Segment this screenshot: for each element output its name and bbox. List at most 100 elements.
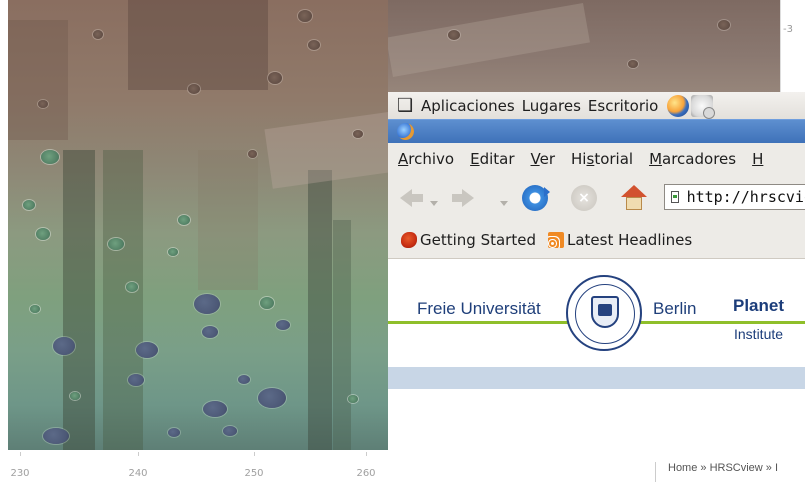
firefox-window-icon[interactable]	[397, 123, 414, 140]
crater	[43, 428, 69, 444]
reload-icon[interactable]	[522, 185, 550, 211]
browser-menubar: Archivo Editar Ver Historial Marcadores …	[388, 143, 805, 175]
crater	[298, 10, 312, 22]
axis-tick-label: -3	[783, 24, 793, 35]
menu-herramientas[interactable]: H	[752, 150, 763, 168]
crater	[128, 374, 144, 386]
url-bar[interactable]: http://hrscvie	[664, 184, 805, 210]
crater	[260, 297, 274, 309]
bookmark-label: Getting Started	[420, 231, 536, 249]
back-dropdown-icon[interactable]	[430, 201, 438, 206]
crater	[448, 30, 460, 40]
crater	[202, 326, 218, 338]
axis-tick-mark	[366, 452, 367, 456]
crater	[70, 392, 80, 400]
crater	[268, 72, 282, 84]
home-walls	[626, 197, 642, 210]
bookmark-label: Latest Headlines	[566, 231, 693, 249]
page-icon	[671, 191, 679, 203]
page-nav-band	[388, 367, 805, 389]
back-arrow-icon[interactable]	[398, 185, 424, 211]
map-mosaic-strip	[8, 20, 68, 140]
axis-tick-label: 260	[356, 468, 376, 479]
forward-arrow-icon[interactable]	[450, 185, 476, 211]
menu-ver[interactable]: Ver	[531, 150, 556, 168]
crater	[23, 200, 35, 210]
menu-label: arcadores	[662, 149, 737, 168]
map-mosaic-strip	[63, 150, 95, 450]
crater	[108, 238, 124, 250]
window-titlebar[interactable]	[388, 119, 805, 144]
university-name-left[interactable]: Freie Universität	[417, 299, 541, 319]
mars-terrain-map[interactable]	[8, 0, 388, 450]
menu-mnemonic: V	[530, 149, 540, 168]
panel-menu-places[interactable]: Lugares	[522, 97, 581, 115]
fu-berlin-seal-logo[interactable]	[566, 275, 642, 351]
mail-icon[interactable]	[691, 94, 716, 119]
home-roof	[621, 185, 647, 197]
axis-tick-label: 240	[128, 468, 148, 479]
axis-tick-label: 250	[244, 468, 264, 479]
panel-menu-desktop[interactable]: Escritorio	[588, 97, 658, 115]
crater	[203, 401, 227, 417]
crater	[348, 395, 358, 403]
crater	[353, 130, 363, 138]
crater	[30, 305, 40, 313]
menu-mnemonic: H	[752, 149, 764, 168]
crater	[238, 375, 250, 384]
crater	[38, 100, 48, 108]
crater	[248, 150, 257, 158]
crater	[194, 294, 220, 314]
crater	[41, 150, 59, 164]
crater	[276, 320, 290, 330]
map-mosaic-strip	[333, 220, 351, 450]
crater	[53, 337, 75, 355]
axis-tick-mark	[20, 452, 21, 456]
map-mosaic-strip	[128, 0, 268, 90]
menu-marcadores[interactable]: Marcadores	[649, 150, 736, 168]
home-icon[interactable]	[621, 185, 647, 211]
map-axis-right: -3	[780, 0, 805, 92]
university-name-right[interactable]: Berlin	[653, 299, 696, 319]
forward-dropdown-icon[interactable]	[500, 201, 508, 206]
menu-label: ditar	[479, 149, 515, 168]
seal-shield	[591, 296, 619, 328]
url-text[interactable]: http://hrscvie	[687, 188, 805, 206]
desktop-overlay: ❑ Aplicaciones Lugares Escritorio Archiv…	[388, 92, 805, 454]
institute-subtitle: Institute	[734, 326, 784, 342]
menu-mnemonic: M	[649, 149, 663, 168]
map-mosaic-strip	[198, 150, 258, 290]
breadcrumb[interactable]: Home » HRSCview » I	[655, 462, 778, 482]
menu-label-prefix: Hi	[571, 149, 587, 168]
bookmarks-toolbar: Getting Started Latest Headlines	[388, 222, 805, 259]
menu-label: torial	[594, 149, 634, 168]
crater	[168, 248, 178, 256]
axis-tick-mark	[138, 452, 139, 456]
firefox-icon[interactable]	[667, 94, 690, 117]
firefox-bookmark-icon	[401, 232, 417, 248]
map-mosaic-strip	[103, 150, 143, 450]
gnome-foot-icon[interactable]: ❑	[397, 96, 415, 115]
bookmark-latest-headlines[interactable]: Latest Headlines	[547, 231, 693, 249]
bookmark-getting-started[interactable]: Getting Started	[401, 231, 536, 249]
axis-tick-mark	[254, 452, 255, 456]
menu-label: rchivo	[408, 149, 455, 168]
menu-editar[interactable]: Editar	[470, 150, 514, 168]
planetary-sciences-title[interactable]: Planet	[733, 296, 784, 316]
map-ridge	[264, 111, 388, 189]
crater	[308, 40, 320, 50]
map-ridge	[388, 2, 590, 78]
gnome-top-panel: ❑ Aplicaciones Lugares Escritorio	[388, 92, 805, 120]
crater	[223, 426, 237, 436]
stop-icon[interactable]: ×	[571, 185, 597, 211]
menu-historial[interactable]: Historial	[571, 150, 633, 168]
menu-label: er	[539, 149, 556, 168]
crater	[93, 30, 103, 39]
menu-archivo[interactable]: Archivo	[398, 150, 454, 168]
crater	[36, 228, 50, 240]
crater	[126, 282, 138, 292]
mars-terrain-map-edge[interactable]	[388, 0, 780, 92]
crater	[628, 60, 638, 68]
panel-menu-applications[interactable]: Aplicaciones	[421, 97, 515, 115]
navigation-toolbar: × http://hrscvie	[388, 174, 805, 223]
